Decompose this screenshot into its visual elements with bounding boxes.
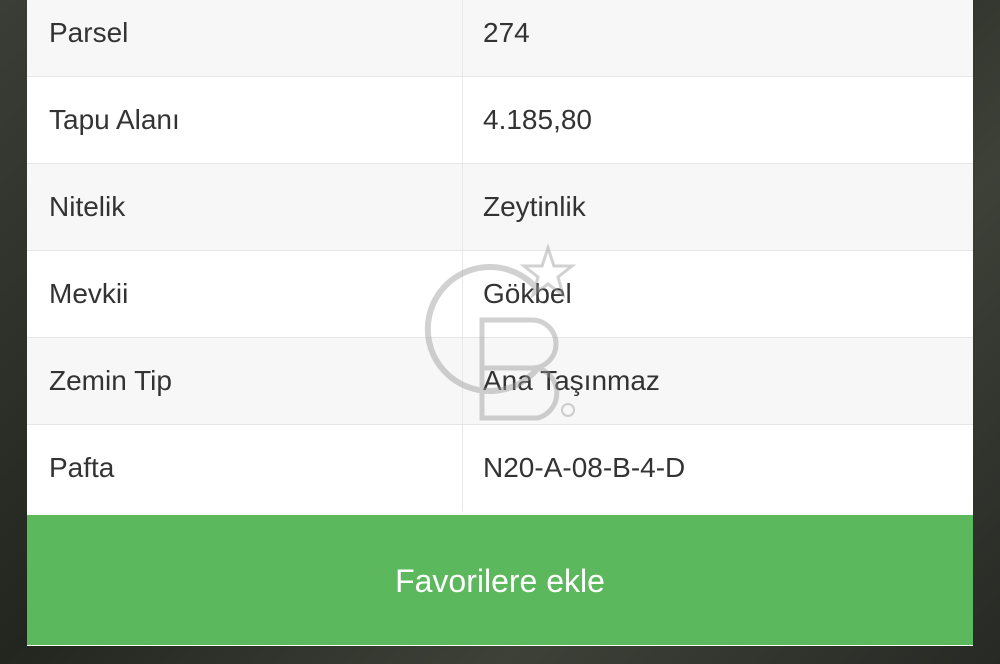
column-divider — [462, 338, 463, 424]
detail-label: Zemin Tip — [49, 365, 172, 396]
detail-row-mevkii: Mevkii Gökbel — [27, 251, 973, 338]
column-divider — [462, 77, 463, 163]
detail-row-parsel: Parsel 274 — [27, 0, 973, 77]
detail-label: Mevkii — [49, 278, 129, 309]
detail-label: Parsel — [49, 17, 129, 48]
column-divider — [462, 425, 463, 511]
detail-value: Gökbel — [483, 278, 572, 309]
detail-label: Pafta — [49, 452, 115, 483]
detail-row-tapu-alani: Tapu Alanı 4.185,80 — [27, 77, 973, 164]
detail-row-nitelik: Nitelik Zeytinlik — [27, 164, 973, 251]
column-divider — [462, 251, 463, 337]
detail-value: Zeytinlik — [483, 191, 586, 222]
detail-value: 4.185,80 — [483, 104, 592, 135]
add-to-favorites-button[interactable]: Favorilere ekle — [27, 515, 973, 645]
detail-label: Tapu Alanı — [49, 104, 180, 135]
detail-value: Ana Taşınmaz — [483, 365, 660, 396]
detail-row-pafta: Pafta N20-A-08-B-4-D — [27, 425, 973, 512]
column-divider — [462, 164, 463, 250]
detail-label: Nitelik — [49, 191, 126, 222]
detail-row-zemin-tip: Zemin Tip Ana Taşınmaz — [27, 338, 973, 425]
detail-value: N20-A-08-B-4-D — [483, 452, 686, 483]
detail-value: 274 — [483, 17, 530, 48]
column-divider — [462, 0, 463, 76]
